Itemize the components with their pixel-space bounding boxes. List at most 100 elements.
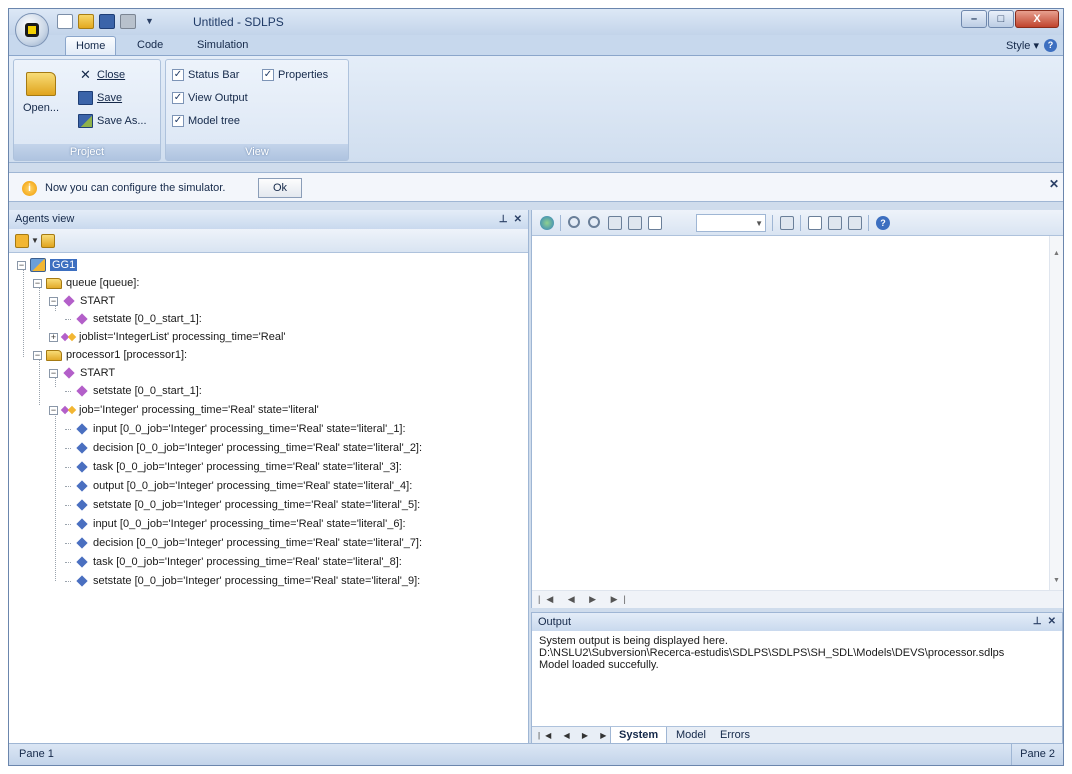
expand-icon[interactable]: + xyxy=(49,332,58,342)
tree-node-start[interactable]: − START xyxy=(49,293,115,309)
tree-node-setstate[interactable]: setstate [0_0_start_1]: xyxy=(65,311,202,327)
minimize-button[interactable]: – xyxy=(961,10,987,28)
tree-node-action[interactable]: task [0_0_job='Integer' processing_time=… xyxy=(65,459,402,475)
close-icon[interactable]: ✕ xyxy=(514,214,522,225)
tree-node-processor[interactable]: − processor1 [processor1]: xyxy=(33,347,187,363)
tree-connector xyxy=(65,466,71,468)
tree-node-start[interactable]: − START xyxy=(49,365,115,381)
tree-node-joblist[interactable]: + joblist='IntegerList' processing_time=… xyxy=(49,329,286,345)
close-icon[interactable]: ✕ xyxy=(1049,177,1059,191)
tab-model[interactable]: Model xyxy=(668,727,714,744)
application-menu-button[interactable] xyxy=(15,13,49,47)
save-icon[interactable] xyxy=(99,14,115,29)
zoom-combo[interactable]: ▼ xyxy=(696,214,766,232)
tree-connector xyxy=(65,390,71,392)
vertical-scrollbar[interactable]: ▲ ▼ xyxy=(1049,236,1063,590)
view-output-checkbox[interactable]: ✓ View Output xyxy=(172,89,248,107)
globe-icon[interactable] xyxy=(540,216,554,230)
collapse-icon[interactable]: − xyxy=(49,405,58,415)
scroll-up-icon[interactable]: ▲ xyxy=(1053,250,1060,257)
close-icon[interactable]: ✕ xyxy=(1048,616,1056,627)
zoom-in-icon[interactable] xyxy=(568,216,580,228)
output-header: Output ⊥ ✕ xyxy=(532,613,1062,631)
qat-dropdown-icon[interactable]: ▼ xyxy=(145,14,154,29)
tree-node-job[interactable]: − job='Integer' processing_time='Real' s… xyxy=(49,402,319,418)
close-button[interactable]: ✕ Close xyxy=(78,66,125,84)
tab-code[interactable]: Code xyxy=(137,36,163,55)
tree-node-label: decision [0_0_job='Integer' processing_t… xyxy=(93,537,423,549)
tree-connector xyxy=(65,428,71,430)
tab-nav-icons[interactable]: |◀ ◀ ▶ ▶| xyxy=(538,731,618,740)
tab-simulation[interactable]: Simulation xyxy=(197,36,248,55)
save-as-button[interactable]: Save As... xyxy=(78,112,147,130)
chevron-down-icon[interactable]: ▼ xyxy=(31,234,39,248)
properties-icon[interactable] xyxy=(848,216,862,230)
open-button[interactable]: Open... xyxy=(20,68,62,114)
ribbon-tab-row: Home Code Simulation Style ▾ ? xyxy=(9,35,1063,55)
tree-node-action[interactable]: setstate [0_0_job='Integer' processing_t… xyxy=(65,497,420,513)
new-file-icon[interactable] xyxy=(57,14,73,29)
pin-icon[interactable]: ⊥ xyxy=(1033,616,1042,627)
page-width-icon[interactable] xyxy=(628,216,642,230)
tree-node-action[interactable]: decision [0_0_job='Integer' processing_t… xyxy=(65,535,422,551)
action-diamond-icon xyxy=(76,442,88,454)
edit-icon[interactable] xyxy=(780,216,794,230)
folder-icon[interactable] xyxy=(41,234,55,248)
collapse-icon[interactable]: − xyxy=(33,278,42,288)
tree-node-action[interactable]: input [0_0_job='Integer' processing_time… xyxy=(65,421,406,437)
tree-node-action[interactable]: input [0_0_job='Integer' processing_time… xyxy=(65,516,406,532)
info-bar: i Now you can configure the simulator. O… xyxy=(9,172,1063,202)
action-diamond-icon xyxy=(76,461,88,473)
quick-access-toolbar: ▼ xyxy=(57,14,154,29)
status-bar-label: Status Bar xyxy=(188,69,240,81)
page-nav-icons[interactable]: |◀ ◀ ▶ ▶| xyxy=(538,594,632,605)
properties-checkbox[interactable]: ✓ Properties xyxy=(262,66,328,84)
title-bar: ▼ Untitled - SDLPS – □ X xyxy=(9,9,1063,47)
tree-node-action[interactable]: output [0_0_job='Integer' processing_tim… xyxy=(65,478,412,494)
style-menu[interactable]: Style ▾ xyxy=(1006,39,1039,52)
collapse-icon[interactable]: − xyxy=(49,296,58,306)
print-icon[interactable] xyxy=(120,14,136,29)
collapse-icon[interactable]: − xyxy=(49,368,58,378)
tab-errors[interactable]: Errors xyxy=(712,727,758,744)
folder-icon xyxy=(46,349,62,361)
tree-connector xyxy=(65,561,71,563)
status-bar-checkbox[interactable]: ✓ Status Bar xyxy=(172,66,239,84)
agents-view-pane: Agents view ⊥ ✕ ▼ − GG1 − queue [queue]:… xyxy=(9,210,529,745)
sort-icon[interactable] xyxy=(15,234,29,248)
tree-node-setstate[interactable]: setstate [0_0_start_1]: xyxy=(65,383,202,399)
tree-node-action[interactable]: setstate [0_0_job='Integer' processing_t… xyxy=(65,573,420,589)
tree-node-label: job='Integer' processing_time='Real' sta… xyxy=(79,404,319,416)
save-button[interactable]: Save xyxy=(78,89,122,107)
tree-node-model[interactable]: − GG1 xyxy=(17,257,78,273)
open-folder-icon xyxy=(26,72,56,96)
actual-size-icon[interactable] xyxy=(648,216,662,230)
maximize-button[interactable]: □ xyxy=(988,10,1014,28)
scroll-down-icon[interactable]: ▼ xyxy=(1053,577,1060,584)
tree-node-label: task [0_0_job='Integer' processing_time=… xyxy=(93,461,402,473)
tree-node-action[interactable]: task [0_0_job='Integer' processing_time=… xyxy=(65,554,402,570)
tree-node-action[interactable]: decision [0_0_job='Integer' processing_t… xyxy=(65,440,422,456)
tab-home[interactable]: Home xyxy=(65,36,117,55)
help-icon[interactable]: ? xyxy=(876,216,890,230)
tab-system[interactable]: System xyxy=(610,727,668,744)
view-group: ✓ Status Bar ✓ Properties ✓ View Output … xyxy=(165,59,349,161)
fit-page-icon[interactable] xyxy=(608,216,622,230)
pin-icon[interactable]: ⊥ xyxy=(499,214,508,225)
ok-button[interactable]: Ok xyxy=(258,178,302,198)
layers-icon[interactable] xyxy=(828,216,842,230)
help-icon[interactable]: ? xyxy=(1044,39,1057,52)
export-icon[interactable] xyxy=(808,216,822,230)
collapse-icon[interactable]: − xyxy=(33,350,42,360)
agents-toolbar: ▼ xyxy=(9,229,528,253)
tree-node-label: setstate [0_0_job='Integer' processing_t… xyxy=(93,499,421,511)
tree-node-label: setstate [0_0_job='Integer' processing_t… xyxy=(93,575,421,587)
open-folder-icon[interactable] xyxy=(78,14,94,29)
tree-node-label: joblist='IntegerList' processing_time='R… xyxy=(79,331,286,343)
tree-node-queue[interactable]: − queue [queue]: xyxy=(33,275,139,291)
variable-icon xyxy=(60,332,77,342)
model-tree-checkbox[interactable]: ✓ Model tree xyxy=(172,112,240,130)
collapse-icon[interactable]: − xyxy=(17,260,26,270)
zoom-out-icon[interactable] xyxy=(588,216,600,228)
close-window-button[interactable]: X xyxy=(1015,10,1059,28)
